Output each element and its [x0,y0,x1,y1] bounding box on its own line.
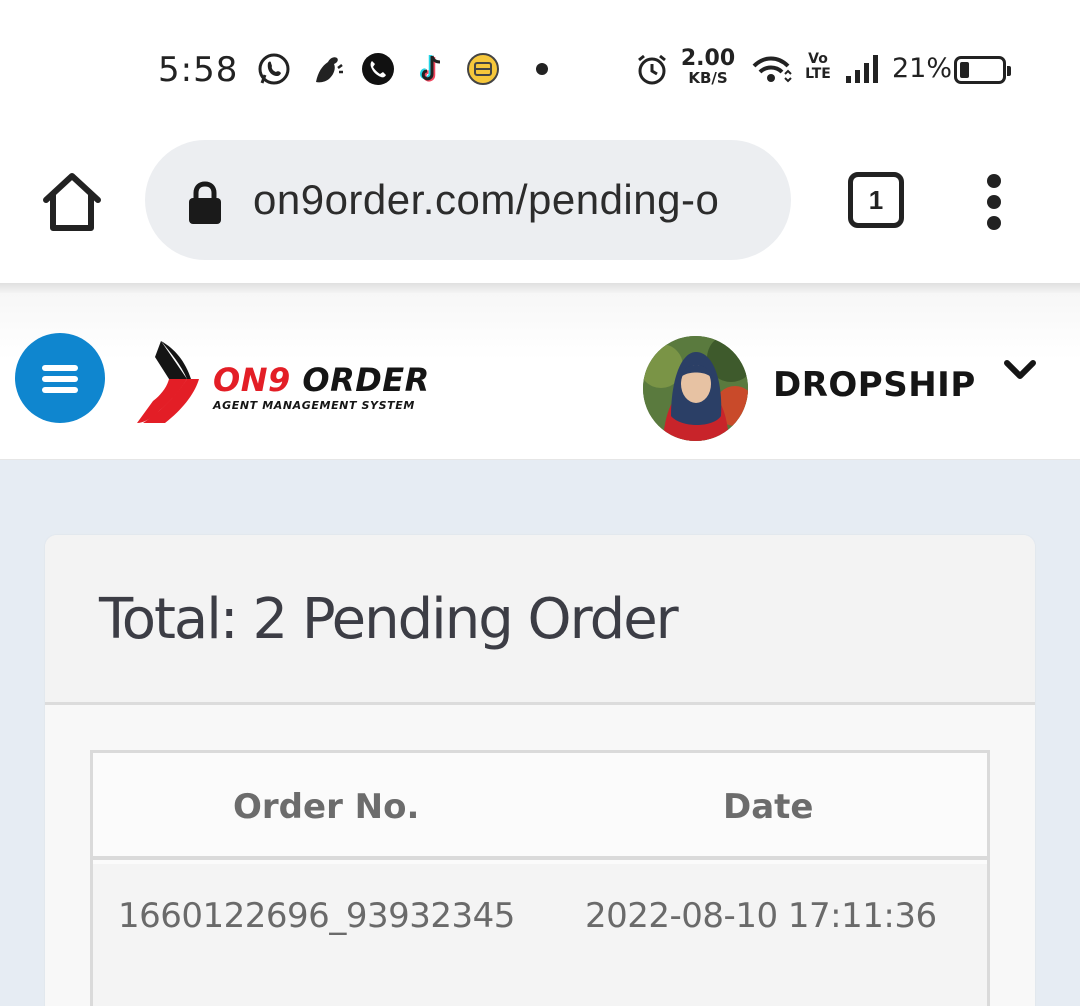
tab-switcher-button[interactable]: 1 [848,172,904,228]
volte-bottom-text: LTE [805,66,831,82]
app-header: ON9 ORDER AGENT MANAGEMENT SYSTEM DROPSH… [0,293,1080,460]
network-speed-value: 2.00 [680,46,736,71]
on9-order-logo[interactable]: ON9 ORDER AGENT MANAGEMENT SYSTEM [135,339,455,425]
pending-orders-card: Total: 2 Pending Order Order No. Date 16… [45,535,1035,1006]
whatsapp-icon [258,53,290,85]
battery-percent: 21% [892,53,953,84]
order-date-cell: 2022-08-10 17:11:36 [585,896,937,936]
network-speed-unit: KB/S [688,69,728,87]
user-role-label[interactable]: DROPSHIP [773,365,976,405]
alarm-icon [638,54,666,85]
column-header-order-no[interactable]: Order No. [233,787,419,827]
tiktok-icon [420,55,441,82]
phone-call-icon [362,53,394,85]
order-number-cell[interactable]: 1660122696_93932345 [118,896,515,936]
status-time: 5:58 [158,50,239,90]
table-header: Order No. Date [93,753,987,860]
column-header-date[interactable]: Date [723,787,813,827]
avatar-photo [643,336,748,441]
orders-table: Order No. Date 1660122696_93932345 2022-… [90,750,990,1006]
logo-mark-icon [137,341,199,423]
card-header: Total: 2 Pending Order [45,535,1035,705]
toolbar-divider [0,283,1080,293]
chevron-down-icon[interactable] [1003,359,1037,383]
shopee-icon [467,53,499,85]
avatar[interactable] [643,336,748,441]
volte-indicator: Vo LTE [805,52,831,82]
url-text: on9order.com/pending-o [253,176,720,223]
volte-top-text: Vo [808,51,828,67]
messenger-style-icon [316,57,343,83]
table-row[interactable]: 1660122696_93932345 2022-08-10 17:11:36 [93,864,987,1006]
sidebar-menu-button[interactable] [15,333,105,423]
address-bar[interactable]: on9order.com/pending-o [145,140,791,260]
main-content: Total: 2 Pending Order Order No. Date 16… [0,460,1080,1006]
wifi-icon [752,56,792,83]
browser-toolbar: on9order.com/pending-o 1 [0,130,1080,283]
signal-strength-icon [846,55,878,83]
browser-menu-icon[interactable] [980,172,1010,232]
battery-icon [954,56,1011,84]
logo-subtitle: AGENT MANAGEMENT SYSTEM [213,399,415,412]
network-speed: 2.00 KB/S [680,48,736,86]
status-bar: 5:58 2.00 KB/S Vo LTE 21% [0,0,1080,130]
lock-icon [189,181,221,224]
logo-title-order: ORDER [290,361,430,399]
page-title: Total: 2 Pending Order [99,587,679,652]
logo-title: ON9 ORDER [213,361,430,399]
home-icon[interactable] [38,168,106,234]
logo-title-on9: ON9 [213,361,291,399]
more-notifications-dot [536,63,548,75]
